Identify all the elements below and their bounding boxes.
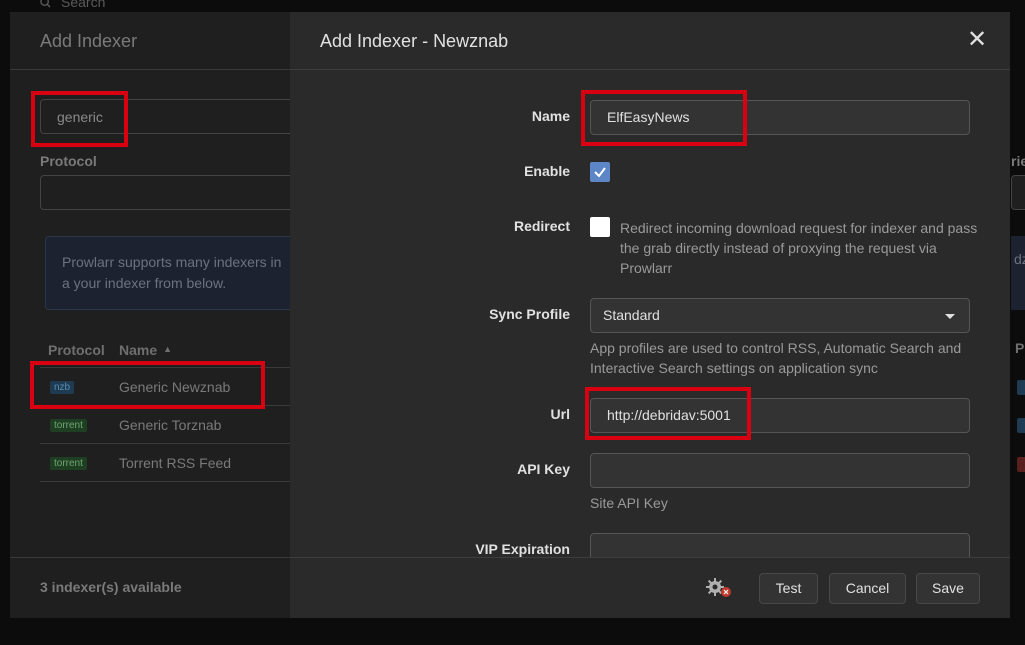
test-button[interactable]: Test bbox=[759, 573, 818, 604]
enable-checkbox[interactable] bbox=[590, 162, 610, 182]
indexer-name: Torrent RSS Feed bbox=[119, 455, 232, 471]
partial-badge bbox=[1017, 380, 1025, 395]
caret-down-icon bbox=[945, 314, 955, 319]
redirect-checkbox[interactable] bbox=[590, 217, 610, 237]
modal-footer: Test Cancel Save bbox=[290, 557, 1010, 618]
table-row[interactable]: torrent Torrent RSS Feed bbox=[40, 444, 310, 482]
redirect-help: Redirect incoming download request for i… bbox=[620, 220, 978, 276]
annotation-box bbox=[31, 91, 128, 147]
indexer-name: Generic Torznab bbox=[119, 417, 222, 433]
table-row[interactable]: torrent Generic Torznab bbox=[40, 406, 310, 444]
top-search-bar: Search bbox=[0, 0, 1025, 12]
close-icon[interactable]: ✕ bbox=[966, 28, 988, 52]
api-key-input[interactable] bbox=[590, 453, 970, 488]
save-button[interactable]: Save bbox=[916, 573, 980, 604]
sync-profile-help: App profiles are used to control RSS, Au… bbox=[590, 340, 962, 376]
info-alert: Prowlarr supports many indexers in a you… bbox=[45, 236, 310, 310]
column-protocol[interactable]: Protocol bbox=[48, 342, 105, 358]
partial-info: dz bbox=[1011, 236, 1025, 310]
partial-column-header: P bbox=[1015, 340, 1025, 356]
cancel-button[interactable]: Cancel bbox=[829, 573, 906, 604]
partial-label: rie bbox=[1011, 153, 1025, 169]
vip-expiration-label: VIP Expiration bbox=[475, 541, 570, 557]
sync-profile-value: Standard bbox=[603, 307, 660, 323]
modal-header: Add Indexer - Newznab ✕ bbox=[290, 12, 1010, 70]
error-badge-icon bbox=[721, 587, 731, 597]
bg-modal-title: Add Indexer bbox=[40, 31, 138, 51]
api-key-help: Site API Key bbox=[590, 495, 668, 511]
redirect-label: Redirect bbox=[513, 218, 570, 234]
sync-profile-select[interactable]: Standard bbox=[590, 298, 970, 333]
top-search[interactable]: Search bbox=[40, 0, 105, 10]
partial-badge bbox=[1017, 418, 1025, 433]
search-icon bbox=[40, 0, 51, 8]
protocol-badge: torrent bbox=[50, 419, 87, 432]
vip-expiration-input[interactable] bbox=[590, 533, 970, 557]
protocol-filter-select[interactable] bbox=[40, 175, 310, 210]
url-label: Url bbox=[550, 406, 570, 422]
column-name[interactable]: Name ▲ bbox=[119, 342, 172, 358]
annotation-box bbox=[581, 90, 747, 146]
protocol-badge: torrent bbox=[50, 457, 87, 470]
annotation-box bbox=[585, 387, 751, 440]
partial-input[interactable] bbox=[1011, 175, 1025, 210]
api-key-label: API Key bbox=[517, 461, 570, 477]
check-icon bbox=[594, 167, 606, 178]
name-label: Name bbox=[531, 108, 570, 124]
protocol-filter-label: Protocol bbox=[40, 153, 97, 169]
partial-badge bbox=[1017, 457, 1025, 472]
modal-title: Add Indexer - Newznab bbox=[320, 31, 509, 51]
sync-profile-label: Sync Profile bbox=[489, 306, 570, 322]
sort-asc-icon: ▲ bbox=[163, 344, 173, 354]
annotation-box bbox=[30, 361, 265, 409]
enable-label: Enable bbox=[524, 163, 570, 179]
top-search-placeholder: Search bbox=[61, 0, 106, 10]
indexer-count: 3 indexer(s) available bbox=[40, 579, 182, 595]
advanced-settings-toggle[interactable] bbox=[706, 578, 736, 600]
